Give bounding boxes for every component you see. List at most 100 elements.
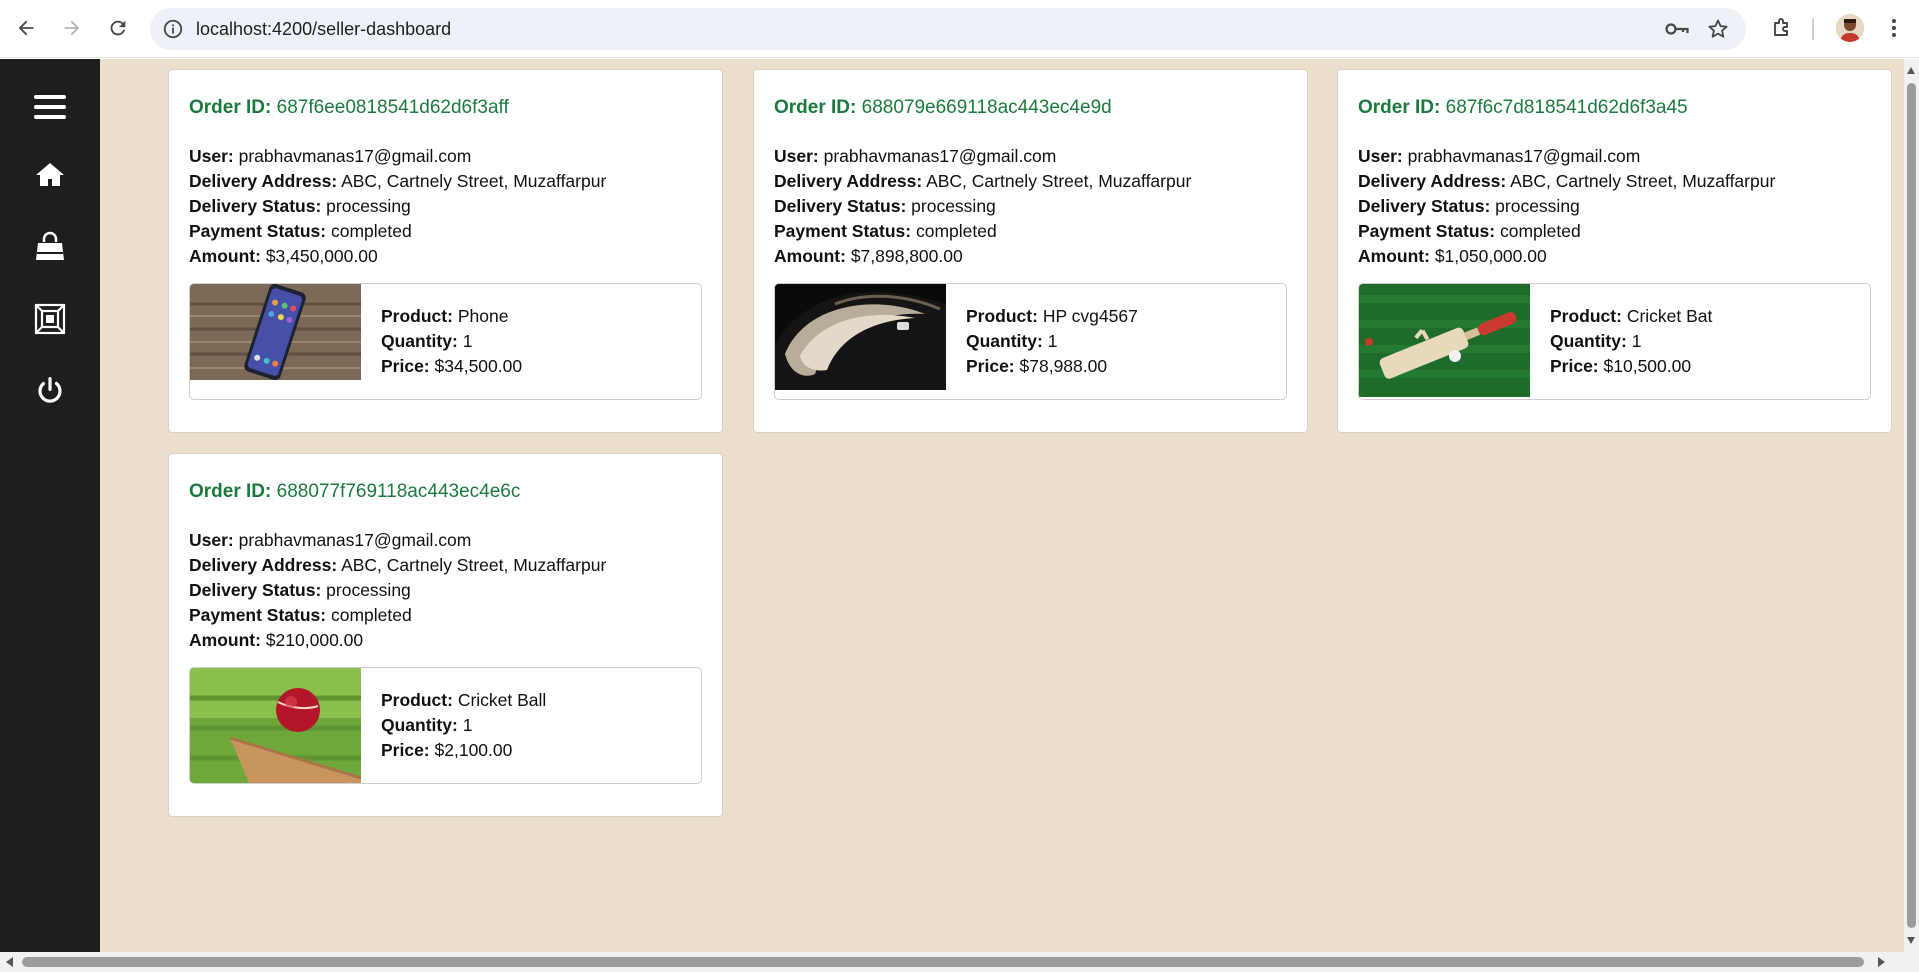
product-label: Product:: [381, 306, 453, 326]
delivery-address-value: ABC, Cartnely Street, Muzaffarpur: [341, 171, 607, 191]
delivery-status-label: Delivery Status:: [1358, 196, 1491, 216]
products-icon: [34, 303, 66, 335]
order-id-label: Order ID:: [774, 97, 857, 118]
scroll-left-arrow-icon[interactable]: [6, 957, 13, 967]
sidebar: [0, 59, 100, 952]
order-item: Product: Cricket Ball Quantity: 1 Price:…: [189, 667, 702, 784]
menu-icon: [34, 95, 66, 119]
password-key-icon[interactable]: [1664, 17, 1690, 41]
item-details: Product: Cricket Bat Quantity: 1 Price: …: [1550, 304, 1712, 379]
home-icon: [36, 163, 64, 186]
amount-value: $210,000.00: [265, 630, 364, 650]
order-delivery-status: Delivery Status: processing: [1358, 194, 1871, 219]
delivery-address-value: ABC, Cartnely Street, Muzaffarpur: [926, 171, 1192, 191]
product-label: Product:: [381, 690, 453, 710]
user-label: User:: [189, 530, 234, 550]
order-delivery-status: Delivery Status: processing: [774, 194, 1287, 219]
order-user: User: prabhavmanas17@gmail.com: [189, 528, 702, 553]
scroll-up-arrow-icon[interactable]: [1907, 67, 1915, 74]
toolbar-separator: [1812, 18, 1814, 40]
profile-avatar[interactable]: [1836, 14, 1864, 42]
orders-panel: Order ID: 687f6ee0818541d62d6f3aff User:…: [100, 59, 1904, 952]
price-value: $78,988.00: [1019, 356, 1108, 376]
item-price: Price: $10,500.00: [1550, 354, 1712, 379]
bookmark-star-icon[interactable]: [1706, 17, 1730, 41]
item-details: Product: Cricket Ball Quantity: 1 Price:…: [381, 688, 546, 763]
scroll-down-arrow-icon[interactable]: [1907, 937, 1915, 944]
order-card: Order ID: 687f6c7d818541d62d6f3a45 User:…: [1337, 69, 1892, 433]
order-id-value: 688079e669118ac443ec4e9d: [861, 97, 1112, 118]
order-delivery-address: Delivery Address: ABC, Cartnely Street, …: [774, 169, 1287, 194]
reload-button[interactable]: [100, 10, 136, 46]
horizontal-scrollbar-thumb[interactable]: [22, 957, 1864, 967]
delivery-address-label: Delivery Address:: [189, 171, 338, 191]
item-price: Price: $78,988.00: [966, 354, 1138, 379]
delivery-status-value: processing: [326, 580, 411, 600]
delivery-address-label: Delivery Address:: [189, 555, 338, 575]
item-quantity: Quantity: 1: [1550, 329, 1712, 354]
horizontal-scrollbar[interactable]: [0, 952, 1919, 972]
price-value: $2,100.00: [434, 740, 513, 760]
amount-value: $3,450,000.00: [265, 246, 378, 266]
sidebar-item-home[interactable]: [30, 155, 70, 195]
quantity-label: Quantity:: [966, 331, 1043, 351]
order-amount: Amount: $3,450,000.00: [189, 244, 702, 269]
forward-arrow-icon: [64, 20, 80, 36]
payment-status-value: completed: [331, 605, 412, 625]
order-payment-status: Payment Status: completed: [189, 219, 702, 244]
order-delivery-status: Delivery Status: processing: [189, 578, 702, 603]
item-details: Product: HP cvg4567 Quantity: 1 Price: $…: [966, 304, 1138, 379]
product-thumbnail: [775, 284, 946, 390]
delivery-status-label: Delivery Status:: [774, 196, 907, 216]
item-product: Product: Cricket Bat: [1550, 304, 1712, 329]
address-bar[interactable]: localhost:4200/seller-dashboard: [150, 8, 1746, 50]
puzzle-icon: [1774, 18, 1788, 36]
quantity-value: 1: [462, 715, 473, 735]
quantity-value: 1: [1047, 331, 1058, 351]
order-user: User: prabhavmanas17@gmail.com: [189, 144, 702, 169]
cricket-ball-image: [190, 668, 361, 783]
amount-label: Amount:: [774, 246, 846, 266]
order-card: Order ID: 688077f769118ac443ec4e6c User:…: [168, 453, 723, 817]
forward-button[interactable]: [54, 10, 90, 46]
user-label: User:: [1358, 146, 1403, 166]
order-amount: Amount: $210,000.00: [189, 628, 702, 653]
payment-status-value: completed: [1500, 221, 1581, 241]
chrome-menu-button[interactable]: [1877, 11, 1911, 45]
amount-value: $7,898,800.00: [850, 246, 963, 266]
sidebar-menu-toggle[interactable]: [30, 87, 70, 127]
order-payment-status: Payment Status: completed: [189, 603, 702, 628]
sidebar-item-logout[interactable]: [30, 371, 70, 411]
back-arrow-icon: [18, 20, 34, 36]
sidebar-item-products[interactable]: [30, 299, 70, 339]
order-id-value: 687f6ee0818541d62d6f3aff: [276, 97, 509, 118]
cricket-bat-image: [1359, 284, 1530, 397]
item-product: Product: HP cvg4567: [966, 304, 1138, 329]
price-value: $10,500.00: [1603, 356, 1692, 376]
scroll-right-arrow-icon[interactable]: [1878, 957, 1885, 967]
payment-status-label: Payment Status:: [189, 605, 327, 625]
quantity-value: 1: [462, 331, 473, 351]
delivery-status-value: processing: [1495, 196, 1580, 216]
payment-status-label: Payment Status:: [189, 221, 327, 241]
product-thumbnail: [1359, 284, 1530, 397]
back-button[interactable]: [8, 10, 44, 46]
laptop-image: [775, 284, 946, 390]
site-info-icon[interactable]: [162, 18, 184, 40]
payment-status-value: completed: [331, 221, 412, 241]
sidebar-item-orders[interactable]: [30, 227, 70, 267]
delivery-status-label: Delivery Status:: [189, 196, 322, 216]
order-amount: Amount: $1,050,000.00: [1358, 244, 1871, 269]
quantity-label: Quantity:: [1550, 331, 1627, 351]
item-product: Product: Cricket Ball: [381, 688, 546, 713]
delivery-address-value: ABC, Cartnely Street, Muzaffarpur: [341, 555, 607, 575]
extensions-button[interactable]: [1765, 11, 1799, 45]
vertical-scrollbar[interactable]: [1904, 59, 1919, 952]
vertical-scrollbar-thumb[interactable]: [1907, 83, 1916, 928]
product-label: Product:: [1550, 306, 1622, 326]
app-container: Order ID: 687f6ee0818541d62d6f3aff User:…: [0, 59, 1919, 952]
order-id: Order ID: 687f6c7d818541d62d6f3a45: [1358, 96, 1871, 120]
price-value: $34,500.00: [434, 356, 523, 376]
delivery-status-value: processing: [911, 196, 996, 216]
order-user: User: prabhavmanas17@gmail.com: [1358, 144, 1871, 169]
